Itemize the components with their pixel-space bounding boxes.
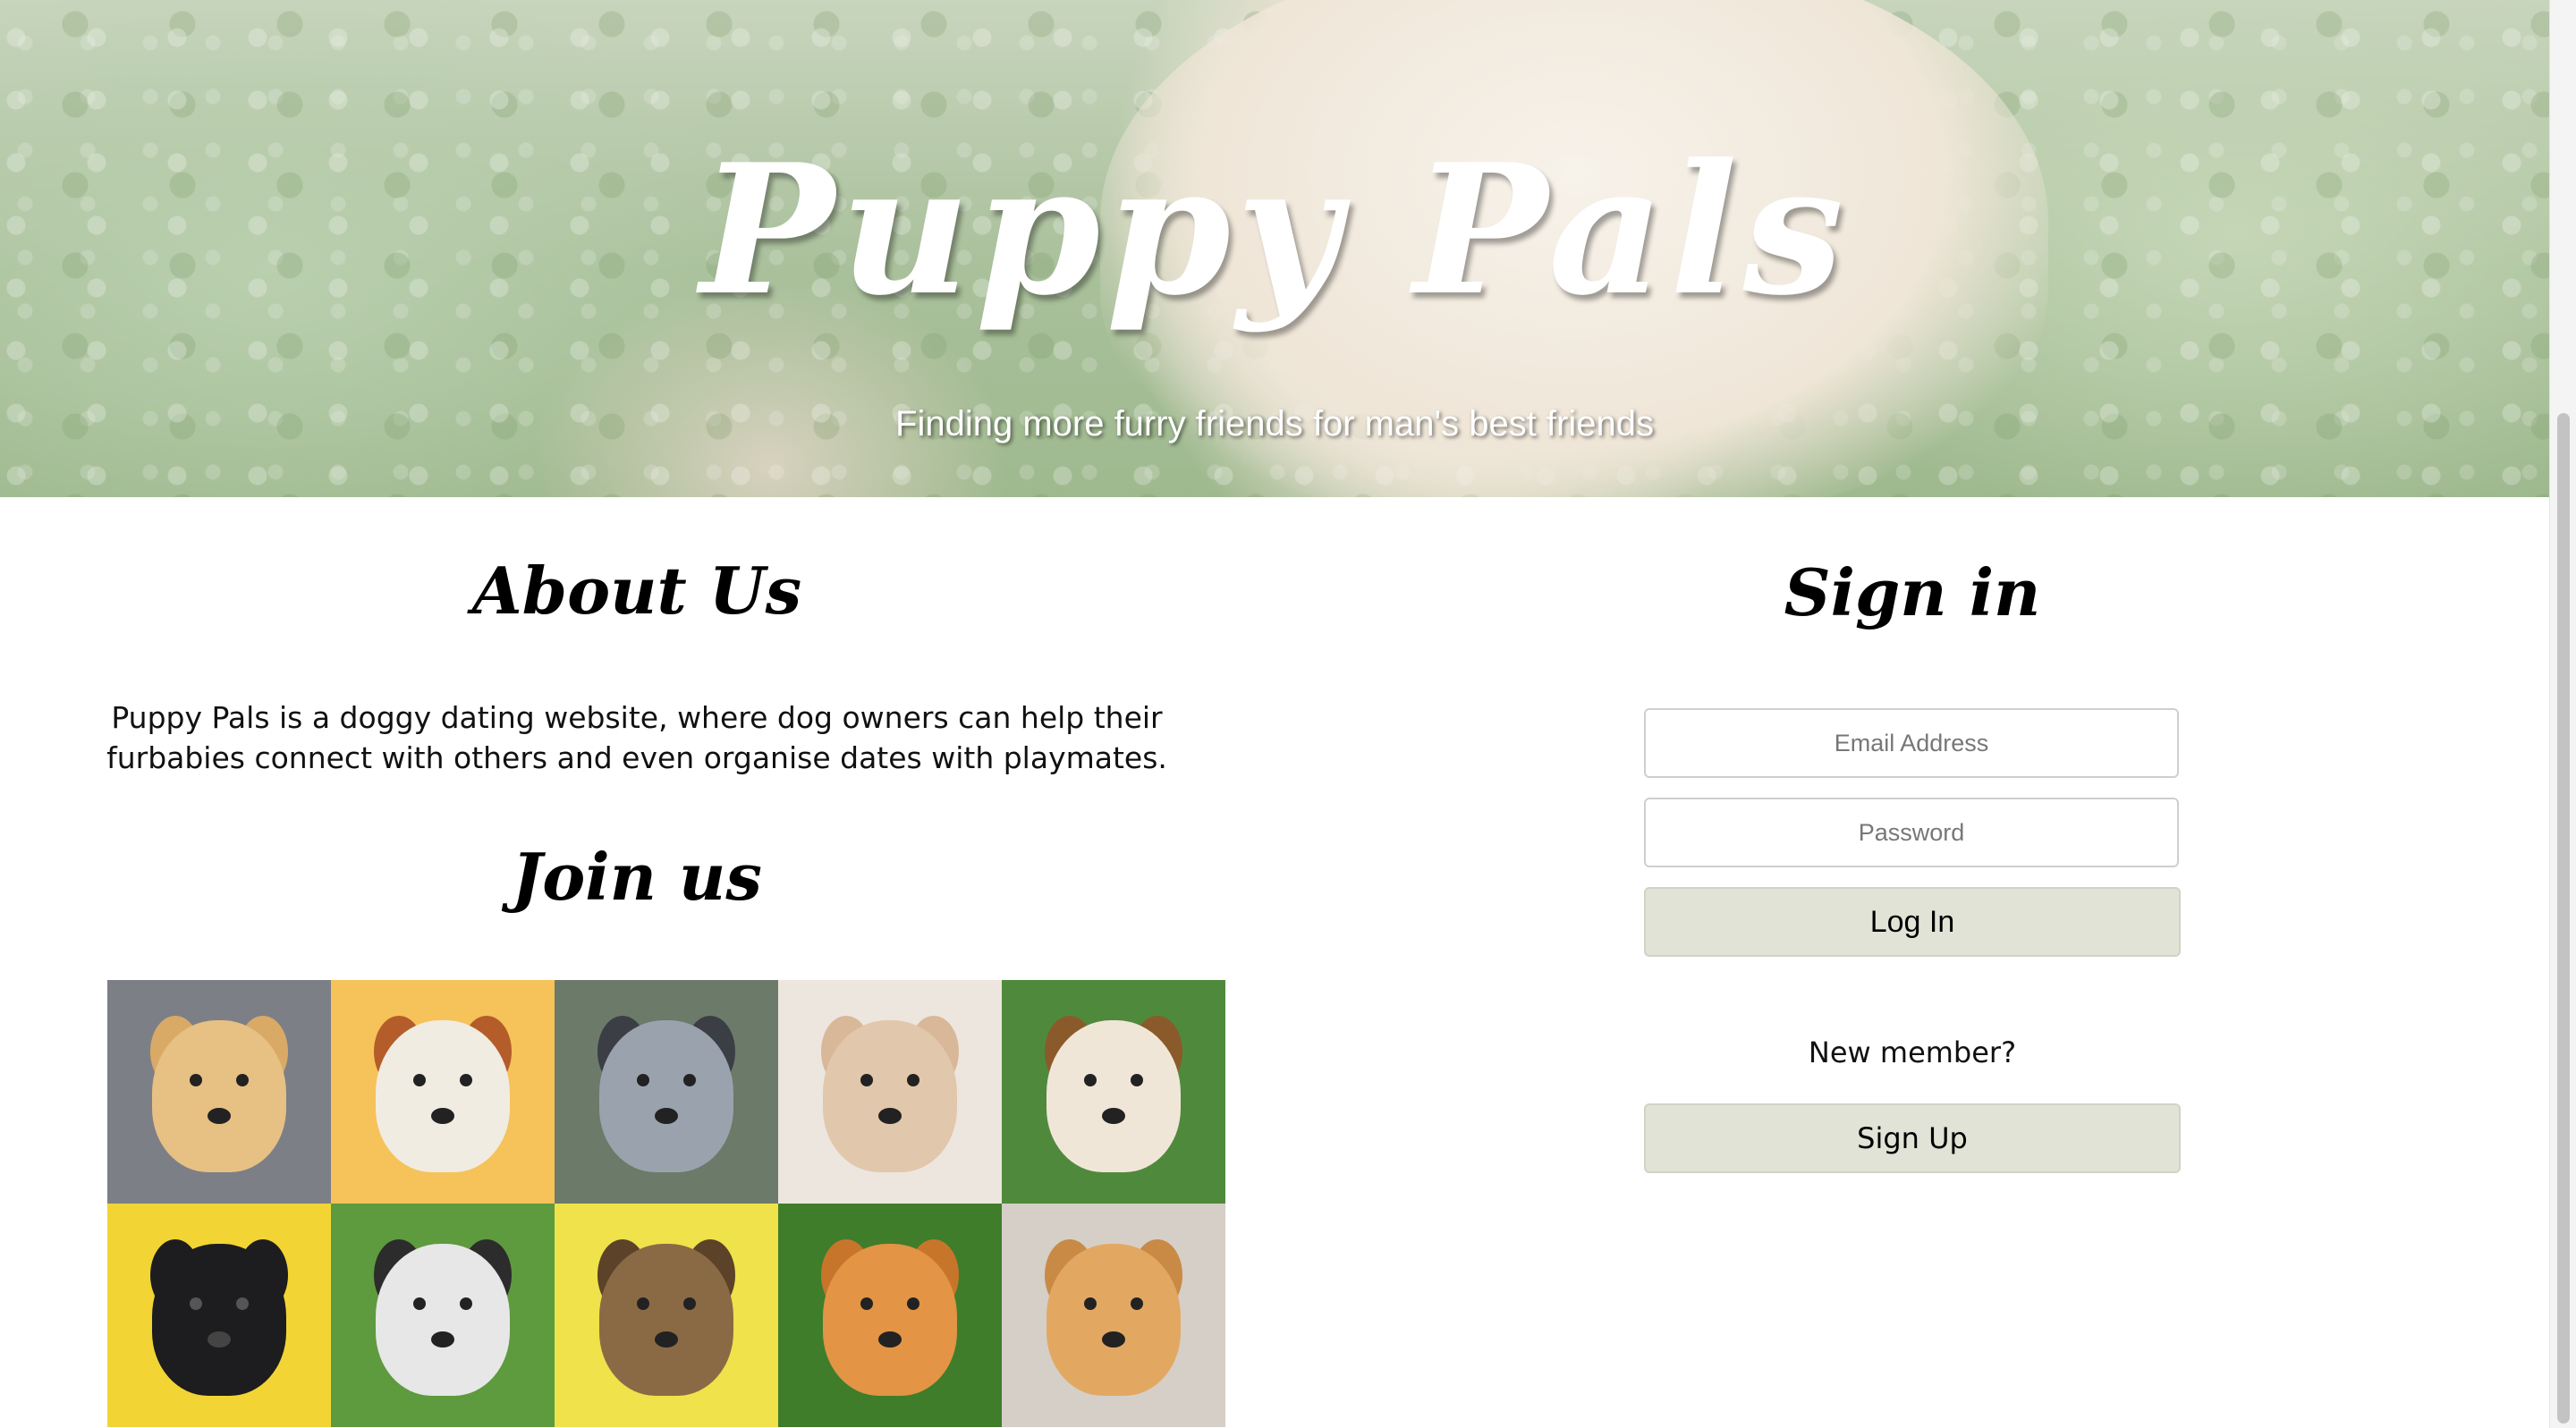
dog-nose [878, 1331, 902, 1348]
dog-head [152, 1020, 286, 1172]
dog-eye [413, 1074, 426, 1086]
cavalier-spaniel-photo [331, 980, 555, 1204]
dog-eye [460, 1297, 472, 1310]
dog-head [599, 1244, 733, 1396]
dog-eye [1084, 1297, 1097, 1310]
vertical-scrollbar[interactable] [2549, 0, 2576, 1428]
french-bulldog-photo [778, 980, 1002, 1204]
signup-button[interactable]: Sign Up [1644, 1103, 2181, 1173]
dog-eye [860, 1074, 873, 1086]
dog-head [1046, 1244, 1181, 1396]
dog-eye [637, 1297, 649, 1310]
dog-nose [208, 1331, 231, 1348]
about-heading: About Us [471, 553, 802, 629]
dog-eye [1084, 1074, 1097, 1086]
password-field[interactable] [1644, 798, 2179, 867]
dog-head [1046, 1020, 1181, 1172]
login-button[interactable]: Log In [1644, 887, 2181, 957]
dog-nose [431, 1108, 454, 1124]
dog-eye [413, 1297, 426, 1310]
dog-nose [655, 1331, 678, 1348]
dog-eye [236, 1297, 249, 1310]
dog-eye [190, 1297, 202, 1310]
dog-head [152, 1244, 286, 1396]
site-tagline: Finding more furry friends for man's bes… [895, 404, 1654, 444]
dog-head [376, 1244, 510, 1396]
dog-photo-gallery [107, 980, 1225, 1427]
dog-eye [683, 1074, 696, 1086]
australian-shepherd-photo [555, 980, 778, 1204]
dog-eye [637, 1074, 649, 1086]
dog-eye [860, 1297, 873, 1310]
dog-eye [907, 1074, 919, 1086]
dog-head [376, 1020, 510, 1172]
beagle-photo [1002, 980, 1225, 1204]
pomeranian-photo [778, 1204, 1002, 1427]
dog-eye [236, 1074, 249, 1086]
dog-nose [431, 1331, 454, 1348]
shiba-inu-photo [1002, 1204, 1225, 1427]
dog-nose [208, 1108, 231, 1124]
about-description: Puppy Pals is a doggy dating website, wh… [106, 700, 1167, 775]
dog-head [599, 1020, 733, 1172]
join-heading: Join us [512, 839, 762, 915]
dog-eye [683, 1297, 696, 1310]
hero-banner: Puppy Pals Finding more furry friends fo… [0, 0, 2549, 497]
dog-eye [190, 1074, 202, 1086]
site-title: Puppy Pals [699, 125, 1850, 335]
golden-retriever-puppy-photo [107, 980, 331, 1204]
dog-eye [460, 1074, 472, 1086]
dog-nose [655, 1108, 678, 1124]
signin-heading: Sign in [1784, 554, 2041, 630]
dog-head [823, 1020, 957, 1172]
dog-head [823, 1244, 957, 1396]
email-field[interactable] [1644, 708, 2179, 778]
dog-eye [1131, 1297, 1143, 1310]
dog-nose [1102, 1331, 1125, 1348]
dog-nose [1102, 1108, 1125, 1124]
scrollbar-thumb[interactable] [2557, 413, 2570, 1424]
smiling-dog-photo [555, 1204, 778, 1427]
dog-nose [878, 1108, 902, 1124]
dog-eye [1131, 1074, 1143, 1086]
black-french-bulldog-photo [107, 1204, 331, 1427]
new-member-label: New member? [1808, 1035, 2017, 1069]
dog-eye [907, 1297, 919, 1310]
husky-puppy-photo [331, 1204, 555, 1427]
